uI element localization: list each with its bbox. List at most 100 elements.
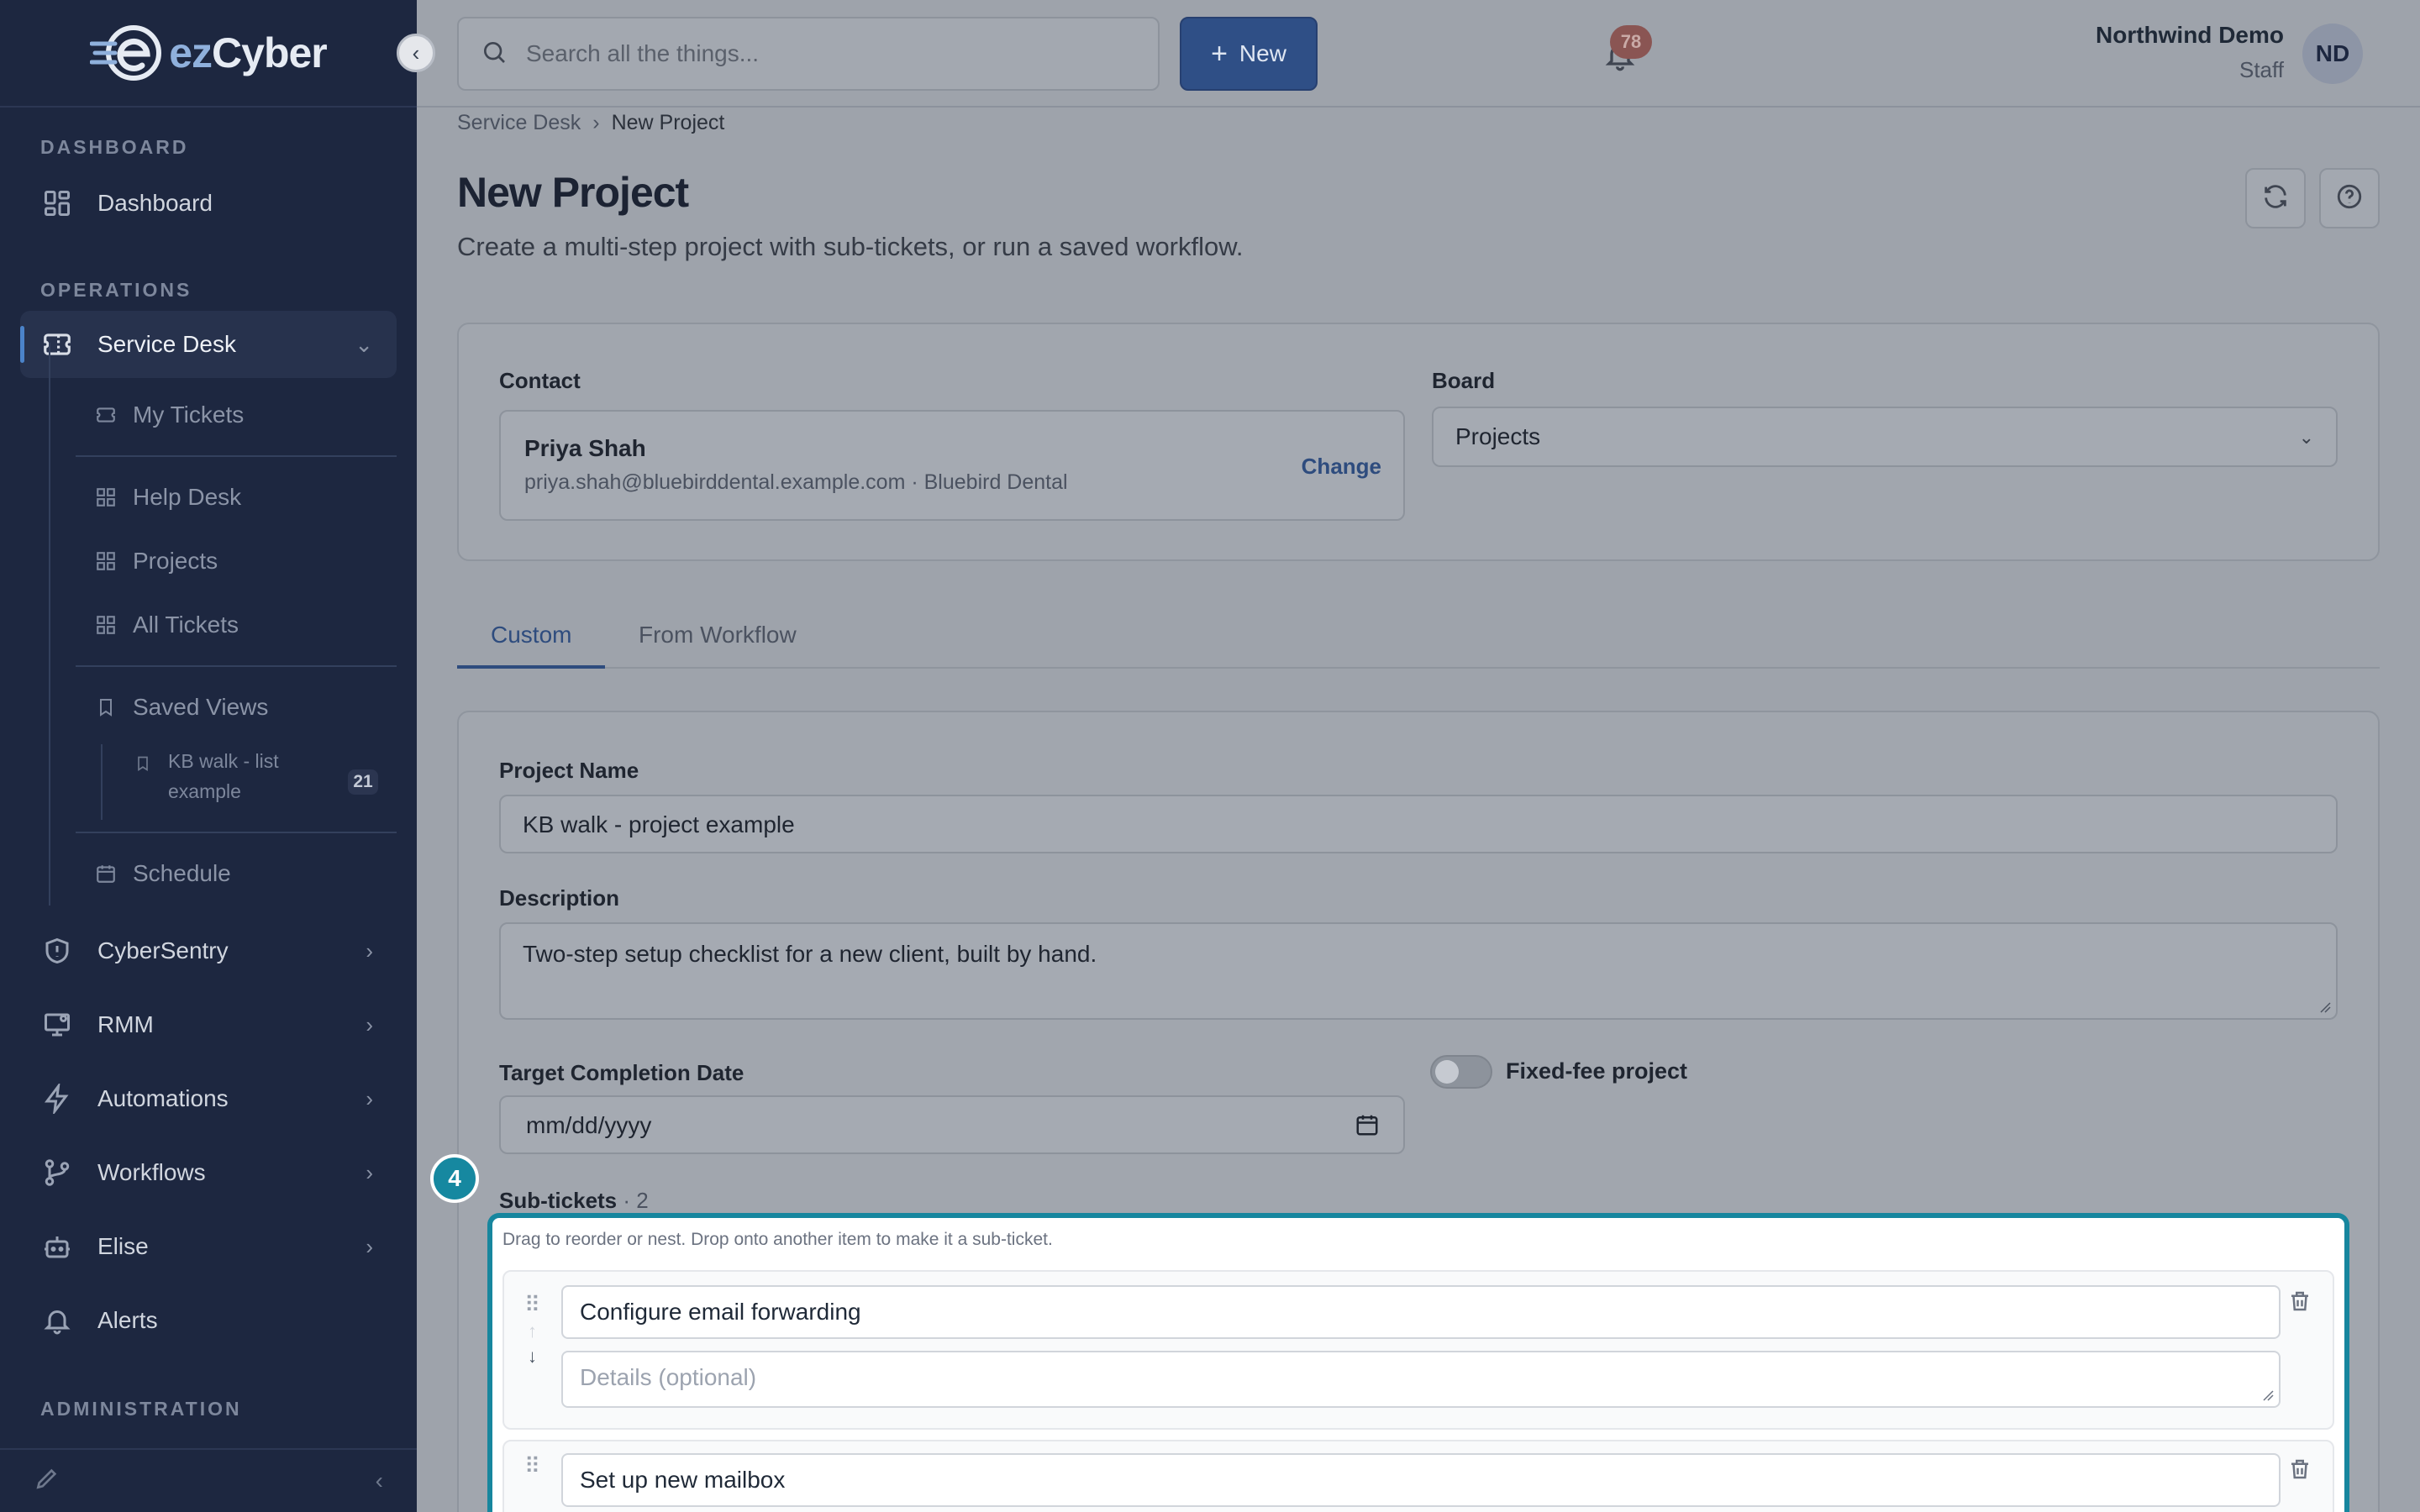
arrow-up-icon[interactable]: ↑: [528, 1320, 537, 1342]
search-placeholder: Search all the things...: [526, 40, 760, 66]
delete-subticket-icon[interactable]: [2287, 1457, 2312, 1486]
avatar[interactable]: ND: [2302, 24, 2363, 84]
project-mode-tabs: Custom From Workflow: [457, 605, 2380, 669]
section-label-administration: ADMINISTRATION: [40, 1398, 242, 1420]
arrow-down-icon[interactable]: ↓: [528, 1346, 537, 1368]
sidebar-item-label: Projects: [133, 548, 218, 574]
ticket-icon: [94, 403, 118, 427]
subticket-title: Set up new mailbox: [580, 1467, 786, 1493]
user-role: Staff: [2238, 57, 2284, 82]
tab-from-workflow[interactable]: From Workflow: [639, 622, 797, 648]
monitor-icon: [40, 1008, 74, 1042]
sidebar-item-help-desk[interactable]: Help Desk: [94, 472, 241, 522]
sidebar-item-label: Dashboard: [97, 190, 213, 216]
top-bar: Search all the things... + New 78 Northw…: [417, 0, 2420, 108]
subticket-item: ⠿ ↑ ↓ Configure email forwarding Details…: [502, 1270, 2334, 1430]
sidebar-item-label: My Tickets: [133, 402, 245, 428]
grid-icon: [94, 486, 118, 509]
board-selected-value: Projects: [1455, 423, 1541, 449]
search-input[interactable]: Search all the things...: [457, 17, 1160, 91]
new-button[interactable]: + New: [1180, 17, 1318, 91]
sidebar-item-cybersentry[interactable]: CyberSentry ›: [20, 917, 397, 984]
chevron-down-icon: ⌄: [2298, 427, 2314, 448]
sidebar-item-elise[interactable]: Elise ›: [20, 1213, 397, 1280]
sidebar-item-service-desk[interactable]: Service Desk ⌄: [20, 311, 397, 378]
saved-view-label-line2: example: [168, 780, 241, 802]
sidebar-item-automations[interactable]: Automations ›: [20, 1065, 397, 1132]
chevron-right-icon: ›: [366, 1011, 373, 1037]
grid-icon: [94, 549, 118, 573]
divider: [76, 665, 397, 667]
sidebar-item-all-tickets[interactable]: All Tickets: [94, 600, 239, 650]
section-label-dashboard: DASHBOARD: [40, 136, 189, 158]
sidebar-item-my-tickets[interactable]: My Tickets: [94, 390, 244, 440]
contact-board-card: Contact Priya Shah priya.shah@bluebirdde…: [457, 323, 2380, 561]
sidebar-item-label: Automations: [97, 1085, 229, 1111]
subticket-title-input[interactable]: Configure email forwarding: [561, 1285, 2281, 1339]
fixed-fee-toggle[interactable]: [1430, 1055, 1492, 1089]
breadcrumb-separator: ›: [592, 111, 600, 134]
brand-name-prefix: ez: [169, 29, 213, 76]
resize-handle-icon[interactable]: [2319, 1001, 2331, 1013]
sidebar-item-schedule[interactable]: Schedule: [94, 848, 231, 899]
project-name-input[interactable]: KB walk - project example: [499, 795, 2338, 853]
target-date-value: mm/dd/yyyy: [526, 1112, 652, 1138]
new-button-label: New: [1239, 40, 1286, 66]
help-icon: [2335, 182, 2364, 215]
subticket-title-input[interactable]: Set up new mailbox: [561, 1453, 2281, 1507]
breadcrumb-parent-link[interactable]: Service Desk: [457, 111, 581, 135]
target-date-label: Target Completion Date: [499, 1060, 744, 1085]
breadcrumb-current: New Project: [611, 111, 725, 134]
sidebar-item-rmm[interactable]: RMM ›: [20, 991, 397, 1058]
subtickets-spotlight: Drag to reorder or nest. Drop onto anoth…: [487, 1213, 2349, 1512]
divider: [76, 455, 397, 457]
collapse-sidebar-button[interactable]: ‹: [397, 34, 435, 72]
sidebar-item-projects[interactable]: Projects: [94, 536, 218, 586]
sidebar-item-dashboard[interactable]: Dashboard: [20, 170, 397, 237]
pencil-icon[interactable]: [34, 1465, 60, 1498]
help-button[interactable]: [2319, 168, 2380, 228]
grid-icon: [40, 186, 74, 220]
section-label-operations: OPERATIONS: [40, 279, 192, 301]
contact-name: Priya Shah: [524, 435, 646, 461]
subticket-details-input[interactable]: Details (optional): [561, 1351, 2281, 1408]
subtickets-label: Sub-tickets: [499, 1188, 618, 1213]
resize-handle-icon[interactable]: [2262, 1389, 2274, 1401]
calendar-icon[interactable]: [1355, 1112, 1380, 1142]
subtickets-header: Sub-tickets · 2: [499, 1188, 649, 1214]
target-date-input[interactable]: mm/dd/yyyy: [499, 1095, 1405, 1154]
drag-handle-icon[interactable]: ⠿: [524, 1292, 540, 1318]
sidebar-item-alerts[interactable]: Alerts: [20, 1287, 397, 1354]
board-select[interactable]: Projects ⌄: [1432, 407, 2338, 467]
sidebar-item-label: CyberSentry: [97, 937, 229, 963]
shield-icon: [40, 934, 74, 968]
tab-custom[interactable]: Custom: [491, 622, 571, 648]
chevron-right-icon: ›: [366, 1085, 373, 1111]
saved-view-item[interactable]: KB walk - list example: [134, 746, 378, 806]
submenu-rail: [49, 343, 50, 906]
change-contact-link[interactable]: Change: [1302, 454, 1381, 480]
sidebar-item-label: Workflows: [97, 1159, 206, 1185]
lightning-icon: [40, 1082, 74, 1116]
user-name: Northwind Demo: [2096, 22, 2284, 48]
chevron-right-icon: ›: [366, 937, 373, 963]
description-textarea[interactable]: Two-step setup checklist for a new clien…: [499, 922, 2338, 1020]
drag-handle-icon[interactable]: ⠿: [524, 1453, 540, 1479]
sidebar-item-saved-views[interactable]: Saved Views: [94, 682, 268, 732]
walkthrough-step-badge: 4: [430, 1154, 479, 1203]
refresh-button[interactable]: [2245, 168, 2306, 228]
contact-field[interactable]: Priya Shah priya.shah@bluebirddental.exa…: [499, 410, 1405, 521]
divider: [76, 832, 397, 833]
board-label: Board: [1432, 368, 1496, 393]
project-name-value: KB walk - project example: [523, 811, 795, 837]
description-value: Two-step setup checklist for a new clien…: [523, 941, 1097, 967]
chevron-left-icon[interactable]: ‹: [376, 1467, 383, 1494]
active-tab-indicator: [457, 665, 605, 669]
brand-logo[interactable]: ezCyber: [0, 0, 417, 108]
sidebar-item-workflows[interactable]: Workflows ›: [20, 1139, 397, 1206]
sidebar-item-label: Alerts: [97, 1307, 158, 1333]
subticket-title: Configure email forwarding: [580, 1299, 861, 1325]
saved-view-count-badge: 21: [348, 769, 378, 795]
delete-subticket-icon[interactable]: [2287, 1289, 2312, 1318]
sidebar-footer: ‹: [0, 1448, 417, 1512]
